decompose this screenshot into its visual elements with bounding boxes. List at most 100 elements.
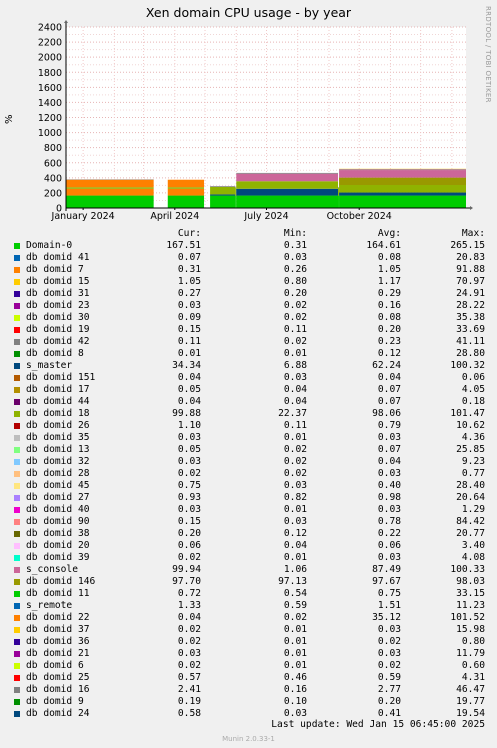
legend-swatch — [14, 459, 20, 465]
legend-avg-value: 1.17 — [377, 276, 401, 287]
legend-max-value: 28.22 — [456, 300, 485, 311]
legend-cur-value: 0.06 — [177, 540, 201, 551]
legend-row: db domid 18 99.88 22.37 98.06 101.47 — [0, 408, 497, 420]
legend-min-value: 0.12 — [283, 528, 307, 539]
legend-max-value: 0.06 — [461, 372, 485, 383]
legend-max-value: 41.11 — [456, 336, 485, 347]
legend-min-value: 0.10 — [283, 696, 307, 707]
legend-swatch — [14, 507, 20, 513]
legend-cur-value: 0.57 — [177, 672, 201, 683]
y-tick-label: 600 — [44, 158, 62, 169]
legend-max-value: 24.91 — [456, 288, 485, 299]
legend-cur-value: 34.34 — [172, 360, 201, 371]
legend-cur-value: 0.04 — [177, 612, 201, 623]
legend-row: db domid 45 0.75 0.03 0.40 28.40 — [0, 480, 497, 492]
legend-cur-value: 97.70 — [172, 576, 201, 587]
legend-min-value: 0.80 — [283, 276, 307, 287]
legend-row: db domid 35 0.03 0.01 0.03 4.36 — [0, 432, 497, 444]
legend-max-value: 11.23 — [456, 600, 485, 611]
header-avg: Avg: — [377, 228, 401, 239]
legend-series-name: db domid 35 — [26, 432, 90, 443]
legend-min-value: 0.02 — [283, 456, 307, 467]
legend-min-value: 0.01 — [283, 552, 307, 563]
legend-swatch — [14, 399, 20, 405]
legend-avg-value: 98.06 — [372, 408, 401, 419]
legend-cur-value: 0.02 — [177, 468, 201, 479]
y-tick-label: 1800 — [38, 68, 62, 79]
legend-series-name: db domid 36 — [26, 636, 90, 647]
area-segment — [210, 194, 236, 196]
legend-avg-value: 0.03 — [377, 648, 401, 659]
legend-max-value: 20.77 — [456, 528, 485, 539]
legend-max-value: 100.33 — [450, 564, 485, 575]
legend-series-name: db domid 19 — [26, 324, 90, 335]
header-min: Min: — [283, 228, 307, 239]
area-segment — [167, 187, 205, 189]
legend-avg-value: 0.02 — [377, 660, 401, 671]
legend-avg-value: 0.03 — [377, 468, 401, 479]
legend-cur-value: 0.02 — [177, 552, 201, 563]
area-segment — [235, 195, 237, 208]
legend-min-value: 0.01 — [283, 432, 307, 443]
legend-row: Domain-0 167.51 0.31 164.61 265.15 — [0, 240, 497, 252]
legend-max-value: 4.36 — [461, 432, 485, 443]
legend-swatch — [14, 627, 20, 633]
legend-min-value: 0.01 — [283, 660, 307, 671]
legend-avg-value: 0.02 — [377, 636, 401, 647]
legend-min-value: 0.01 — [283, 504, 307, 515]
legend-swatch — [14, 327, 20, 333]
legend-series-name: db domid 21 — [26, 648, 90, 659]
legend-avg-value: 0.79 — [377, 420, 401, 431]
legend-min-value: 0.03 — [283, 372, 307, 383]
area-segment — [339, 192, 466, 196]
legend-max-value: 35.38 — [456, 312, 485, 323]
legend-max-value: 0.80 — [461, 636, 485, 647]
legend-row: db domid 37 0.02 0.01 0.03 15.98 — [0, 624, 497, 636]
legend-avg-value: 164.61 — [366, 240, 401, 251]
legend-row: db domid 17 0.05 0.04 0.07 4.05 — [0, 384, 497, 396]
legend-series-name: db domid 90 — [26, 516, 90, 527]
legend-avg-value: 0.07 — [377, 396, 401, 407]
legend-series-name: db domid 30 — [26, 312, 90, 323]
legend-table: Cur: Min: Avg: Max: Domain-0 167.51 0.31 16… — [0, 228, 497, 720]
legend-swatch — [14, 651, 20, 657]
legend-row: db domid 15 1.05 0.80 1.17 70.97 — [0, 276, 497, 288]
legend-cur-value: 0.15 — [177, 516, 201, 527]
legend-min-value: 0.02 — [283, 468, 307, 479]
legend-row: s_console 99.94 1.06 87.49 100.33 — [0, 564, 497, 576]
legend-swatch — [14, 483, 20, 489]
legend-cur-value: 0.01 — [177, 348, 201, 359]
legend-min-value: 0.59 — [283, 600, 307, 611]
legend-series-name: db domid 41 — [26, 252, 90, 263]
legend-row: db domid 13 0.05 0.02 0.07 25.85 — [0, 444, 497, 456]
legend-row: db domid 40 0.03 0.01 0.03 1.29 — [0, 504, 497, 516]
last-update: Last update: Wed Jan 15 06:45:00 2025 — [271, 719, 485, 730]
legend-max-value: 11.79 — [456, 648, 485, 659]
legend-min-value: 1.06 — [283, 564, 307, 575]
legend-swatch — [14, 291, 20, 297]
legend-swatch — [14, 639, 20, 645]
legend-min-value: 0.03 — [283, 252, 307, 263]
legend-row: db domid 16 2.41 0.16 2.77 46.47 — [0, 684, 497, 696]
legend-avg-value: 87.49 — [372, 564, 401, 575]
area-segment — [235, 188, 237, 196]
legend-cur-value: 0.09 — [177, 312, 201, 323]
legend-series-name: db domid 151 — [26, 372, 96, 383]
legend-avg-value: 0.03 — [377, 624, 401, 635]
legend-min-value: 0.01 — [283, 636, 307, 647]
legend-avg-value: 0.98 — [377, 492, 401, 503]
y-tick-label: 2000 — [38, 53, 62, 64]
area-segment — [236, 173, 339, 182]
legend-row: db domid 19 0.15 0.11 0.20 33.69 — [0, 324, 497, 336]
legend-max-value: 1.29 — [461, 504, 485, 515]
area-segment — [210, 186, 236, 187]
legend-cur-value: 0.03 — [177, 300, 201, 311]
legend-min-value: 0.02 — [283, 336, 307, 347]
cpu-usage-chart: 0200400600800100012001400160018002000220… — [38, 20, 473, 222]
legend-max-value: 33.15 — [456, 588, 485, 599]
area-segment — [236, 188, 339, 196]
y-tick-label: 1600 — [38, 83, 62, 94]
legend-swatch — [14, 699, 20, 705]
legend-cur-value: 0.04 — [177, 372, 201, 383]
x-tick-labels: January 2024 April 2024 July 2024 October 2… — [51, 208, 392, 222]
